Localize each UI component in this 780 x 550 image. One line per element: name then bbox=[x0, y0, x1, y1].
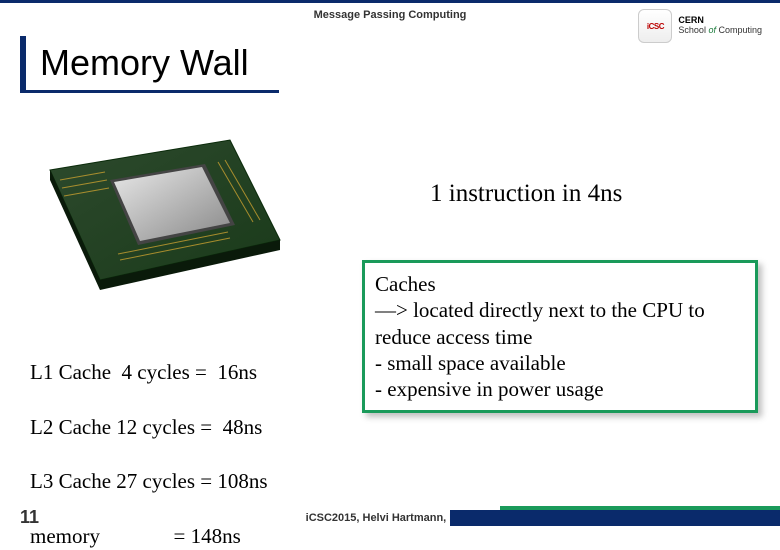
cpu-chip-image bbox=[30, 130, 300, 300]
logo-line2: School of Computing bbox=[678, 26, 762, 36]
logo-text: CERN School of Computing bbox=[678, 16, 762, 36]
title-wrap: Memory Wall bbox=[20, 36, 279, 93]
logo-line2b: of bbox=[708, 25, 716, 35]
caches-line2: - small space available bbox=[375, 350, 745, 376]
header-bar: Message Passing Computing iCSC CERN Scho… bbox=[0, 0, 780, 32]
logo-line2a: School bbox=[678, 25, 708, 35]
title-bar: Memory Wall bbox=[20, 36, 279, 93]
caches-callout-box: Caches —> located directly next to the C… bbox=[362, 260, 758, 413]
header-topic: Message Passing Computing bbox=[314, 9, 467, 21]
logo: iCSC CERN School of Computing bbox=[638, 9, 762, 43]
logo-line2c: Computing bbox=[716, 25, 762, 35]
page-number: 11 bbox=[20, 507, 39, 528]
footer-accent-bar bbox=[450, 510, 780, 526]
cache-l3: L3 Cache 27 cycles = 108ns bbox=[30, 469, 268, 493]
footer: 11 iCSC2015, Helvi Hartmann, FIAS bbox=[0, 504, 780, 530]
cache-l2: L2 Cache 12 cycles = 48ns bbox=[30, 415, 262, 439]
caches-line1: —> located directly next to the CPU to r… bbox=[375, 297, 745, 350]
instruction-text: 1 instruction in 4ns bbox=[430, 180, 622, 208]
caches-line3: - expensive in power usage bbox=[375, 376, 745, 402]
caches-heading: Caches bbox=[375, 271, 745, 297]
logo-icsc-icon: iCSC bbox=[638, 9, 672, 43]
page-title: Memory Wall bbox=[40, 42, 249, 84]
cache-l1: L1 Cache 4 cycles = 16ns bbox=[30, 360, 257, 384]
